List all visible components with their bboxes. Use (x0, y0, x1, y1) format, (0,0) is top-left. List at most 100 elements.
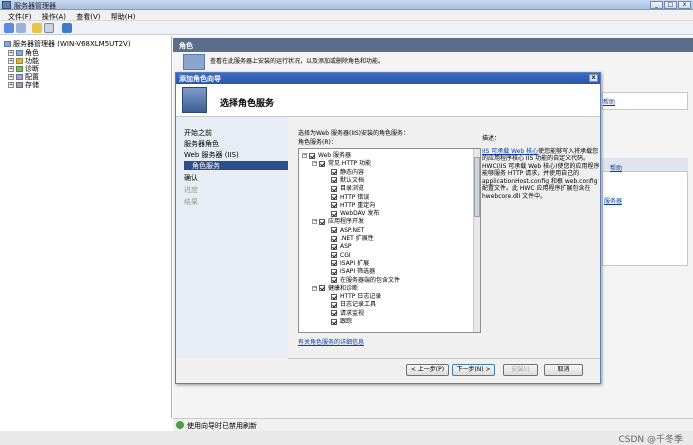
role-service-checkbox[interactable] (319, 218, 325, 225)
description-link[interactable]: IIS 可承载 Web 核心 (482, 148, 538, 155)
role-service-item[interactable]: − 健康和诊断 (312, 285, 358, 292)
role-service-checkbox[interactable] (309, 152, 315, 159)
console-tree: 服务器管理器 (WIN-V68XLM5UT2V) + 角色 + 功能 + 诊断 + 配置… (0, 36, 172, 418)
role-services-list[interactable]: − Web 服务器 − 常见 HTTP 功能 静态内容 默认文档 目录浏览 HTTP 错误 HT… (298, 148, 481, 333)
role-service-item[interactable]: HTTP 日志记录 (322, 293, 381, 300)
step-server-roles[interactable]: 服务器角色 (184, 139, 219, 148)
role-service-item[interactable]: WebDAV 发布 (322, 210, 379, 217)
storage-icon (16, 82, 23, 88)
back-arrow-icon[interactable] (4, 23, 14, 33)
role-service-item[interactable]: − 应用程序开发 (312, 218, 364, 225)
role-service-checkbox[interactable] (331, 177, 337, 184)
role-service-checkbox[interactable] (331, 227, 337, 234)
role-service-checkbox[interactable] (331, 210, 337, 217)
role-service-checkbox[interactable] (331, 235, 337, 242)
minimize-button[interactable]: _ (650, 1, 663, 9)
close-button[interactable]: x (678, 1, 691, 9)
role-service-checkbox[interactable] (331, 243, 337, 250)
role-service-checkbox[interactable] (331, 194, 337, 200)
forward-arrow-icon[interactable] (16, 23, 26, 33)
role-service-item[interactable]: ISAPI 扩展 (322, 260, 369, 267)
role-service-checkbox[interactable] (331, 185, 337, 192)
role-service-item[interactable]: ISAPI 筛选器 (322, 268, 375, 275)
role-service-checkbox[interactable] (331, 202, 337, 209)
role-service-item[interactable]: .NET 扩展性 (322, 235, 374, 242)
description-text: 使您能够写入将承载您的应用程序核心 IIS 功能的自定义代码。HWC(IIS 可… (482, 147, 600, 200)
role-service-label: 请求监视 (340, 309, 365, 317)
collapse-icon[interactable]: − (312, 161, 317, 167)
role-service-checkbox[interactable] (331, 260, 337, 267)
role-service-checkbox[interactable] (331, 293, 337, 300)
scrollbar-thumb[interactable] (474, 157, 480, 217)
tree-item-roles[interactable]: + 角色 (8, 48, 39, 57)
list-scrollbar[interactable] (473, 149, 480, 332)
collapse-icon[interactable]: − (302, 153, 307, 158)
tree-root[interactable]: 服务器管理器 (WIN-V68XLM5UT2V) (4, 39, 131, 48)
tree-item-features[interactable]: + 功能 (8, 56, 39, 65)
role-service-checkbox[interactable] (319, 285, 325, 292)
role-service-checkbox[interactable] (331, 277, 337, 283)
role-service-item[interactable]: ASP (322, 243, 352, 250)
roles-large-icon (183, 54, 205, 70)
role-service-item[interactable]: 目录浏览 (322, 185, 364, 192)
collapse-icon[interactable]: − (312, 219, 317, 225)
role-service-checkbox[interactable] (331, 252, 337, 259)
role-service-label: WebDAV 发布 (340, 210, 380, 218)
role-service-item[interactable]: HTTP 重定向 (322, 202, 375, 209)
install-button: 安装(I) (503, 364, 538, 376)
next-button[interactable]: 下一步(N) > (452, 364, 495, 376)
show-hide-tree-icon[interactable] (44, 23, 54, 33)
dialog-button-bar: < 上一步(P) 下一步(N) > 安装(I) 取消 (288, 358, 600, 384)
cancel-button[interactable]: 取消 (544, 364, 583, 376)
role-service-item[interactable]: 静态内容 (322, 169, 364, 176)
role-service-checkbox[interactable] (331, 318, 337, 325)
role-service-checkbox[interactable] (331, 169, 337, 176)
tree-item-diagnostics[interactable]: + 诊断 (8, 64, 39, 73)
dialog-title: 添加角色向导 (179, 75, 221, 83)
role-service-checkbox[interactable] (331, 310, 337, 317)
role-service-label: HTTP 重定向 (340, 201, 376, 209)
role-service-item[interactable]: 默认文档 (322, 177, 364, 184)
role-services-label: 角色服务(R)： (298, 139, 337, 146)
expand-icon[interactable]: + (8, 82, 14, 88)
role-service-item[interactable]: 请求监视 (322, 310, 364, 317)
role-service-label: 在服务器端的包含文件 (340, 276, 401, 284)
back-button[interactable]: < 上一步(P) (406, 364, 449, 376)
role-service-checkbox[interactable] (331, 301, 337, 308)
role-service-item[interactable]: − 常见 HTTP 功能 (312, 160, 371, 167)
role-service-checkbox[interactable] (331, 268, 337, 275)
step-results: 结果 (184, 198, 198, 206)
role-service-label: 静态内容 (340, 168, 365, 176)
role-service-item[interactable]: CGI (322, 252, 351, 259)
tree-item-storage[interactable]: + 存储 (8, 80, 39, 89)
role-service-label: 跟踪 (340, 318, 353, 325)
window-title-bar: 服务器管理器 _ □ x (0, 0, 693, 10)
dialog-header: 选择角色服务 (176, 84, 600, 117)
role-service-item[interactable]: ASP.NET (322, 227, 364, 234)
help-icon[interactable] (62, 23, 72, 33)
dialog-close-button[interactable]: x (589, 74, 598, 82)
roles-help-link[interactable]: 帮助 (603, 97, 615, 106)
server-link[interactable]: 服务器 (604, 196, 622, 205)
watermark: CSDN @千冬季 (618, 435, 683, 445)
role-service-item[interactable]: HTTP 错误 (322, 194, 369, 201)
up-folder-icon[interactable] (32, 23, 42, 33)
step-web-server[interactable]: Web 服务器 (IIS) (184, 150, 239, 159)
role-service-checkbox[interactable] (319, 160, 325, 167)
role-service-item[interactable]: 在服务器端的包含文件 (322, 277, 400, 284)
tree-item-configuration[interactable]: + 配置 (8, 72, 39, 81)
roles-summary-text: 查看在此服务器上安装的运行状况，以及添加或删除角色和功能。 (210, 58, 385, 65)
maximize-button[interactable]: □ (664, 1, 677, 9)
wizard-steps: 开始之前 服务器角色 Web 服务器 (IIS) 角色服务 确认 进度 结果 (176, 117, 288, 358)
step-role-services[interactable]: 角色服务 (184, 161, 288, 170)
step-before-you-begin[interactable]: 开始之前 (184, 128, 212, 137)
status-bar: 使用向导时已禁用刷新 (173, 418, 693, 431)
role-service-item[interactable]: 跟踪 (322, 318, 352, 325)
web-server-help-link[interactable]: 帮助 (610, 163, 622, 172)
role-service-item[interactable]: 日志记录工具 (322, 301, 376, 308)
collapse-icon[interactable]: − (312, 285, 317, 291)
more-info-link[interactable]: 有关角色服务的详细信息 (298, 337, 364, 346)
role-service-item[interactable]: − Web 服务器 (302, 152, 351, 159)
dialog-title-bar: 添加角色向导 x (176, 73, 600, 84)
step-confirmation[interactable]: 确认 (184, 173, 198, 182)
